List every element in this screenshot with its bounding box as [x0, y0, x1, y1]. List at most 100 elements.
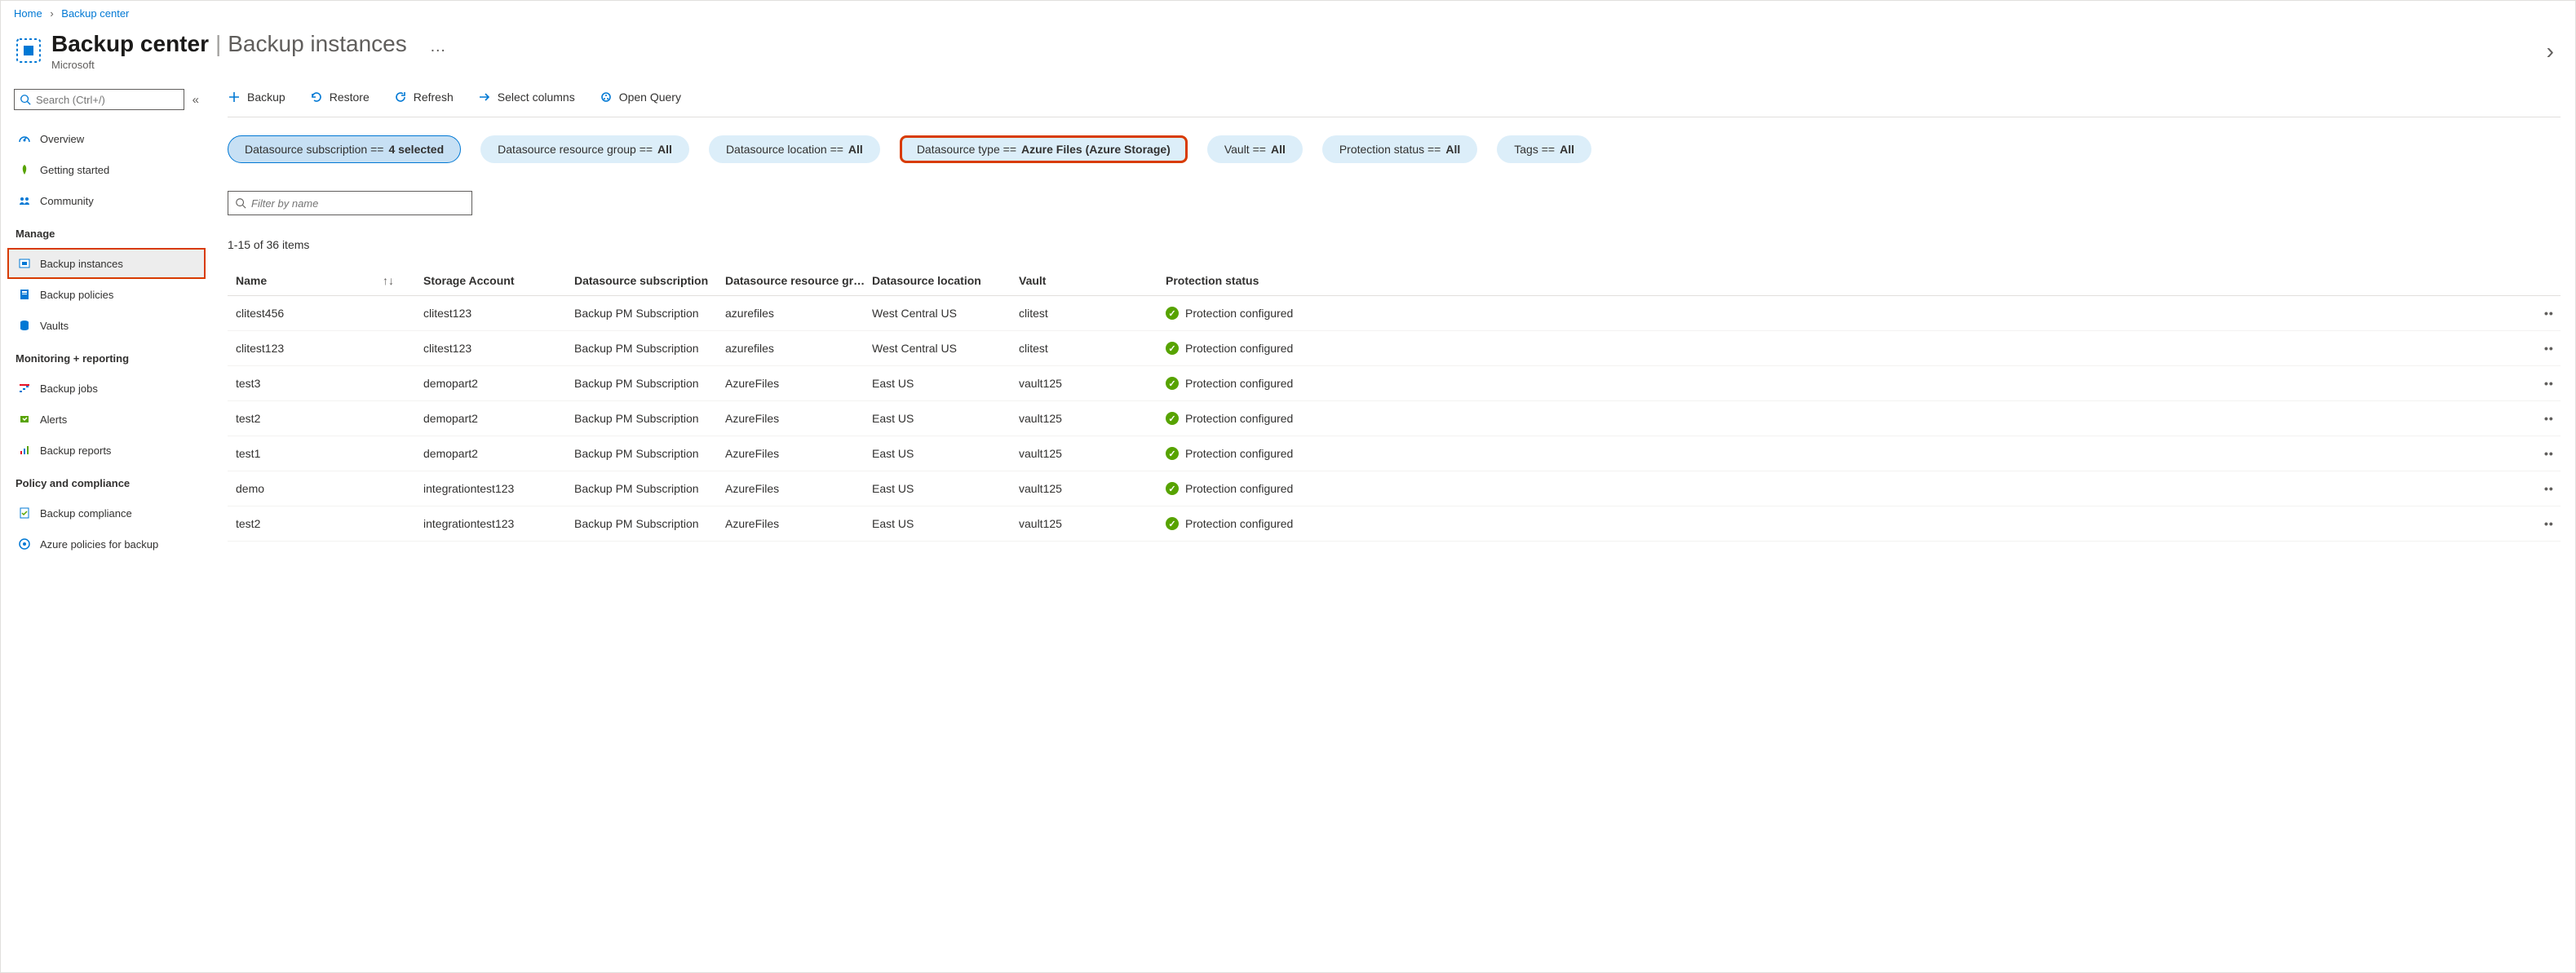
filter-vault[interactable]: Vault == All	[1207, 135, 1303, 163]
page-subtitle: Backup instances	[228, 31, 406, 57]
jobs-icon	[17, 381, 32, 396]
backup-button[interactable]: Backup	[228, 91, 285, 104]
sidebar-item-azure-policies-for-backup[interactable]: Azure policies for backup	[7, 529, 206, 559]
row-menu-icon[interactable]: ••	[2544, 482, 2561, 495]
page-title: Backup center	[51, 31, 209, 57]
search-icon	[235, 197, 246, 209]
filter-tags[interactable]: Tags == All	[1497, 135, 1591, 163]
sidebar-item-backup-reports[interactable]: Backup reports	[7, 435, 206, 466]
cell-name: test1	[228, 447, 383, 460]
cell-status: ✓Protection configured	[1166, 412, 1329, 425]
col-storage[interactable]: Storage Account	[423, 274, 574, 287]
cell-vault: vault125	[1019, 412, 1166, 425]
vaults-icon	[17, 318, 32, 333]
row-menu-icon[interactable]: ••	[2544, 377, 2561, 390]
cell-rg: azurefiles	[725, 307, 872, 320]
table-row[interactable]: test2integrationtest123Backup PM Subscri…	[228, 506, 2561, 542]
breadcrumb-parent[interactable]: Backup center	[61, 7, 129, 20]
sort-icon[interactable]: ↑↓	[383, 274, 423, 287]
row-menu-icon[interactable]: ••	[2544, 307, 2561, 320]
cell-subscription: Backup PM Subscription	[574, 517, 725, 530]
compliance-icon	[17, 506, 32, 520]
col-status[interactable]: Protection status	[1166, 274, 1329, 287]
select-columns-button[interactable]: Select columns	[478, 91, 575, 104]
row-menu-icon[interactable]: ••	[2544, 342, 2561, 355]
sidebar-item-label: Backup jobs	[40, 383, 98, 395]
cell-rg: AzureFiles	[725, 517, 872, 530]
refresh-button[interactable]: Refresh	[394, 91, 454, 104]
group-monitor: Monitoring + reporting	[7, 341, 206, 373]
table-row[interactable]: clitest456clitest123Backup PM Subscripti…	[228, 296, 2561, 331]
instances-table: Name ↑↓ Storage Account Datasource subsc…	[228, 266, 2561, 542]
sidebar-item-overview[interactable]: Overview	[7, 123, 206, 154]
filter-datasource-type[interactable]: Datasource type == Azure Files (Azure St…	[900, 135, 1188, 163]
sidebar-search-input[interactable]	[31, 94, 179, 106]
sidebar-search[interactable]	[14, 89, 184, 110]
sidebar-item-label: Azure policies for backup	[40, 538, 158, 551]
filter-datasource-subscription[interactable]: Datasource subscription == 4 selected	[228, 135, 461, 163]
name-filter-input[interactable]	[246, 197, 465, 210]
row-menu-icon[interactable]: ••	[2544, 447, 2561, 460]
table-row[interactable]: test1demopart2Backup PM SubscriptionAzur…	[228, 436, 2561, 471]
filter-protection-status[interactable]: Protection status == All	[1322, 135, 1477, 163]
sidebar-item-alerts[interactable]: Alerts	[7, 404, 206, 435]
publisher-label: Microsoft	[51, 59, 2547, 71]
collapse-sidebar-icon[interactable]: «	[193, 93, 199, 107]
sidebar-item-backup-compliance[interactable]: Backup compliance	[7, 498, 206, 529]
table-row[interactable]: test2demopart2Backup PM SubscriptionAzur…	[228, 401, 2561, 436]
open-query-button[interactable]: Open Query	[600, 91, 681, 104]
row-menu-icon[interactable]: ••	[2544, 412, 2561, 425]
table-row[interactable]: clitest123clitest123Backup PM Subscripti…	[228, 331, 2561, 366]
cell-rg: AzureFiles	[725, 377, 872, 390]
col-subscription[interactable]: Datasource subscription	[574, 274, 725, 287]
sidebar-item-backup-jobs[interactable]: Backup jobs	[7, 373, 206, 404]
cell-status: ✓Protection configured	[1166, 377, 1329, 390]
success-icon: ✓	[1166, 447, 1179, 460]
col-vault[interactable]: Vault	[1019, 274, 1166, 287]
name-filter[interactable]	[228, 191, 472, 215]
cell-vault: vault125	[1019, 447, 1166, 460]
sidebar-item-label: Backup reports	[40, 444, 111, 457]
cell-rg: azurefiles	[725, 342, 872, 355]
expand-chevron-icon[interactable]: ›	[2547, 38, 2562, 64]
cell-vault: vault125	[1019, 517, 1166, 530]
sidebar-item-backup-policies[interactable]: Backup policies	[7, 279, 206, 310]
cell-location: East US	[872, 517, 1019, 530]
cell-name: clitest456	[228, 307, 383, 320]
col-name[interactable]: Name	[228, 274, 383, 287]
cell-rg: AzureFiles	[725, 447, 872, 460]
sidebar-item-label: Getting started	[40, 164, 109, 176]
sidebar-item-community[interactable]: Community	[7, 185, 206, 216]
cell-vault: clitest	[1019, 307, 1166, 320]
more-icon[interactable]: …	[414, 38, 446, 56]
item-count: 1-15 of 36 items	[228, 219, 2561, 266]
sidebar-item-getting-started[interactable]: Getting started	[7, 154, 206, 185]
filter-datasource-location[interactable]: Datasource location == All	[709, 135, 880, 163]
restore-button[interactable]: Restore	[310, 91, 370, 104]
table-row[interactable]: demointegrationtest123Backup PM Subscrip…	[228, 471, 2561, 506]
search-icon	[20, 94, 31, 105]
success-icon: ✓	[1166, 412, 1179, 425]
reports-icon	[17, 443, 32, 458]
cell-status: ✓Protection configured	[1166, 447, 1329, 460]
cell-name: demo	[228, 482, 383, 495]
instances-icon	[17, 256, 32, 271]
col-location[interactable]: Datasource location	[872, 274, 1019, 287]
success-icon: ✓	[1166, 517, 1179, 530]
sidebar-item-vaults[interactable]: Vaults	[7, 310, 206, 341]
refresh-icon	[394, 91, 407, 104]
table-row[interactable]: test3demopart2Backup PM SubscriptionAzur…	[228, 366, 2561, 401]
col-rg[interactable]: Datasource resource gr…	[725, 274, 872, 287]
sidebar-item-backup-instances[interactable]: Backup instances	[7, 248, 206, 279]
row-menu-icon[interactable]: ••	[2544, 517, 2561, 530]
breadcrumb-home[interactable]: Home	[14, 7, 42, 20]
cell-name: test3	[228, 377, 383, 390]
cell-location: East US	[872, 412, 1019, 425]
cell-storage: demopart2	[423, 412, 574, 425]
cell-name: test2	[228, 517, 383, 530]
sidebar-item-label: Backup compliance	[40, 507, 132, 520]
alerts-icon	[17, 412, 32, 427]
filter-datasource-rg[interactable]: Datasource resource group == All	[480, 135, 689, 163]
cell-name: clitest123	[228, 342, 383, 355]
plus-icon	[228, 91, 241, 104]
